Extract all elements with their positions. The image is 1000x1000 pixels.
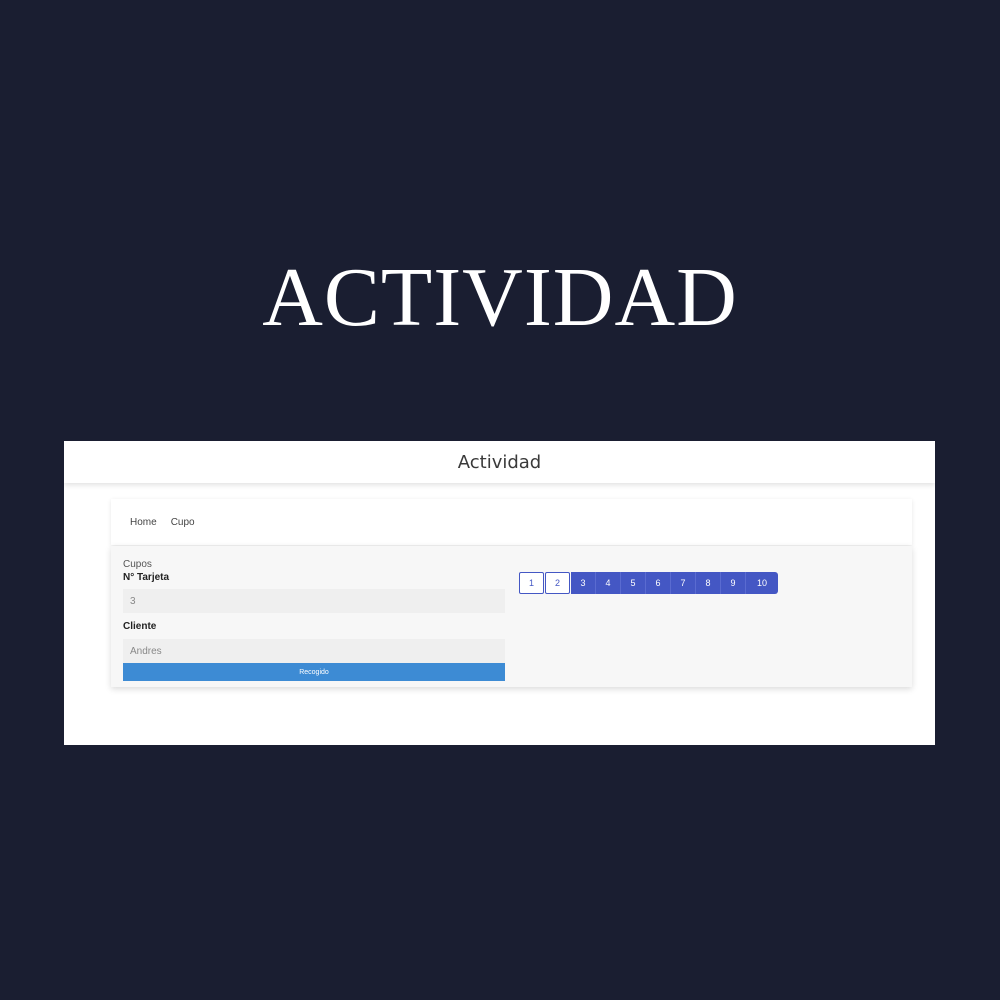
client-label: Cliente	[123, 621, 157, 632]
hero-title: ACTIVIDAD	[262, 251, 738, 344]
pagination: 1 2 3 4 5 6 7 8 9 10	[519, 572, 778, 594]
recogido-button[interactable]: Recogido	[123, 663, 505, 681]
page-button-3[interactable]: 3	[571, 572, 596, 594]
nav-link-cupo[interactable]: Cupo	[171, 517, 195, 528]
page-button-10[interactable]: 10	[746, 572, 778, 594]
page-button-5[interactable]: 5	[621, 572, 646, 594]
page-button-9[interactable]: 9	[721, 572, 746, 594]
page-button-2[interactable]: 2	[545, 572, 570, 594]
page-button-8[interactable]: 8	[696, 572, 721, 594]
app-header: Actividad	[64, 441, 935, 483]
card-number-input[interactable]	[123, 589, 505, 613]
main-card: Cupos N° Tarjeta Cliente Recogido 1 2 3 …	[111, 546, 912, 687]
breadcrumb-nav: Home Cupo	[111, 499, 912, 545]
page-button-1[interactable]: 1	[519, 572, 544, 594]
cupo-form: Cupos N° Tarjeta Cliente Recogido	[123, 559, 505, 681]
page-button-6[interactable]: 6	[646, 572, 671, 594]
page-button-4[interactable]: 4	[596, 572, 621, 594]
page-button-7[interactable]: 7	[671, 572, 696, 594]
card-number-label: N° Tarjeta	[123, 572, 170, 583]
nav-link-home[interactable]: Home	[130, 517, 157, 528]
app-screenshot: Actividad Home Cupo Cupos N° Tarjeta Cli…	[64, 441, 935, 745]
client-input[interactable]	[123, 639, 505, 663]
section-label: Cupos	[123, 559, 152, 570]
